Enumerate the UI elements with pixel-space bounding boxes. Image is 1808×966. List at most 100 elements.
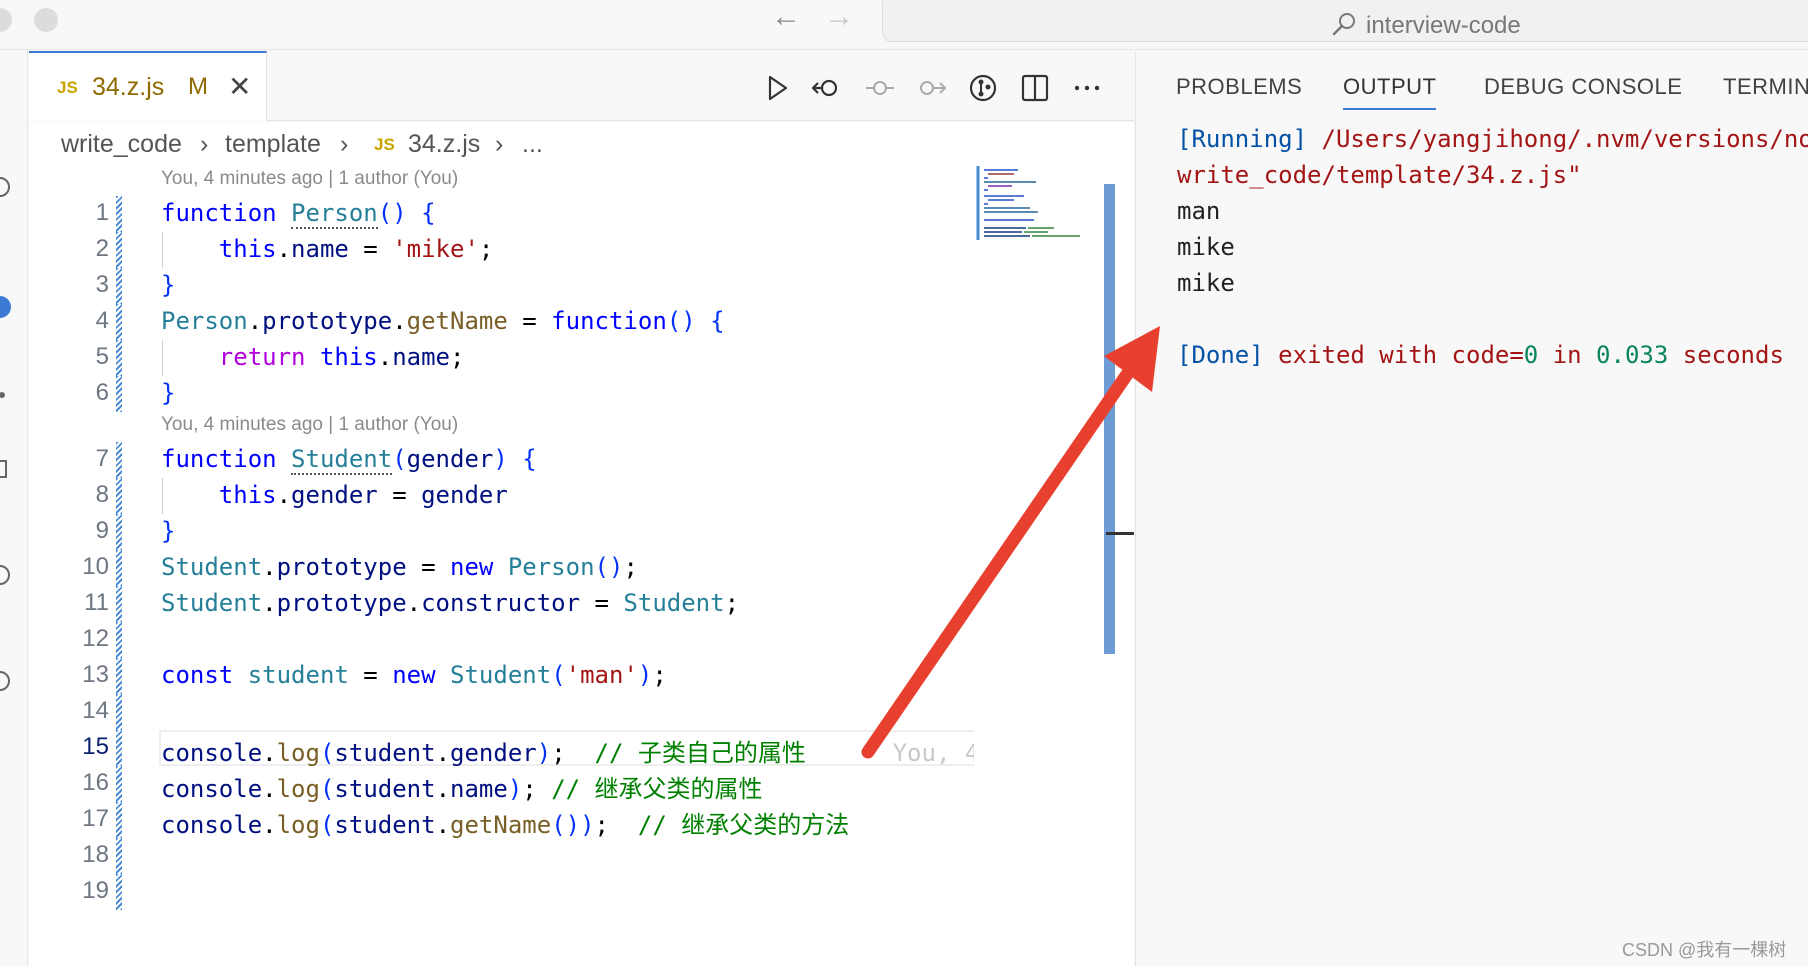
line-number: 6: [95, 379, 109, 406]
scrollbar-cursor-marker: [1106, 532, 1134, 535]
previous-change-icon[interactable]: [865, 73, 895, 103]
open-changes-icon[interactable]: [812, 73, 842, 103]
git-modified-gutter: [116, 340, 122, 376]
code-editor[interactable]: You, 4 minutes ago | 1 author (You) 1 fu…: [29, 166, 1134, 966]
title-bar: ← → interview-code: [0, 0, 1808, 50]
codelens-author[interactable]: You, 4 minutes ago | 1 author (You): [161, 168, 458, 190]
code-text: }: [161, 271, 176, 299]
git-modified-gutter: [116, 802, 122, 838]
breadcrumb-item-write-code[interactable]: write_code: [61, 130, 182, 159]
code-line: 1 function Person() {: [29, 196, 979, 232]
git-graph-icon[interactable]: [968, 73, 998, 103]
output-line: man: [1177, 197, 1221, 225]
editor-tab-34-z-js[interactable]: JS 34.z.js M ✕: [29, 51, 267, 121]
code-line-active: 15 console.log(student.gender); // 子类自己的…: [29, 730, 980, 767]
line-number: 12: [82, 625, 109, 652]
activity-bar: [0, 51, 28, 966]
tab-problems[interactable]: PROBLEMS: [1176, 74, 1302, 100]
source-control-badge-icon[interactable]: [0, 295, 12, 319]
git-modified-gutter: [116, 658, 122, 694]
line-number: 1: [95, 199, 109, 226]
next-change-icon[interactable]: [916, 73, 946, 103]
output-line: mike: [1177, 269, 1235, 297]
arrow-left-icon[interactable]: ←: [771, 2, 801, 32]
chevron-right-icon: ›: [340, 130, 349, 158]
line-number: 15: [82, 733, 109, 760]
code-text: console.log(student.name); // 继承父类的属性: [161, 775, 763, 803]
code-text: Student.prototype.constructor = Student;: [161, 589, 740, 617]
line-number: 18: [82, 841, 109, 868]
code-text: Person.prototype.getName = function() {: [161, 307, 725, 335]
remote-explorer-icon[interactable]: [0, 563, 12, 587]
line-number: 17: [82, 805, 109, 832]
breadcrumb: write_code › template › JS 34.z.js › ...: [29, 122, 1134, 166]
code-line: 9 }: [29, 514, 979, 550]
code-text: }: [161, 517, 176, 545]
code-line: 14: [29, 694, 979, 730]
line-number: 9: [95, 517, 109, 544]
window-control-zoom[interactable]: [34, 8, 58, 32]
command-center-label: interview-code: [1366, 12, 1521, 39]
code-line: 3 }: [29, 268, 979, 304]
close-icon[interactable]: ✕: [228, 70, 251, 103]
output-line: mike: [1177, 233, 1235, 261]
code-text: console.log(student.getName()); // 继承父类的…: [161, 811, 850, 839]
code-line: 7 function Student(gender) {: [29, 442, 979, 478]
tab-debug-console[interactable]: DEBUG CONSOLE: [1484, 74, 1682, 100]
breadcrumb-item-template[interactable]: template: [225, 130, 321, 159]
line-number: 11: [84, 589, 109, 616]
more-actions-icon[interactable]: [1072, 73, 1102, 103]
split-editor-icon[interactable]: [1020, 73, 1050, 103]
inline-git-blame: You, 4: [892, 739, 980, 767]
git-modified-gutter: [116, 442, 122, 478]
line-number: 2: [95, 235, 109, 262]
code-text: Student.prototype = new Person();: [161, 553, 638, 581]
git-modified-gutter: [116, 376, 122, 412]
tab-filename: 34.z.js: [92, 73, 165, 101]
minimap[interactable]: [974, 166, 1094, 966]
output-running-path: write_code/template/34.z.js": [1177, 161, 1582, 189]
line-number: 13: [82, 661, 109, 688]
arrow-right-icon[interactable]: →: [824, 2, 854, 32]
minimap-preview: [976, 166, 1080, 240]
run-debug-icon[interactable]: [0, 383, 12, 407]
watermark: CSDN @我有一棵树: [1622, 940, 1787, 960]
editor-scrollbar[interactable]: [1104, 184, 1115, 654]
git-modified-gutter: [116, 550, 122, 586]
breadcrumb-item-symbols[interactable]: ...: [522, 130, 543, 159]
output-panel: PROBLEMS OUTPUT DEBUG CONSOLE TERMINA [R…: [1135, 51, 1808, 966]
tab-output[interactable]: OUTPUT: [1343, 74, 1437, 110]
git-modified-gutter: [116, 730, 122, 766]
code-text: function Person() {: [161, 199, 436, 229]
git-modified-gutter: [116, 874, 122, 910]
line-number: 8: [95, 481, 109, 508]
git-modified-gutter: [116, 586, 122, 622]
accounts-icon[interactable]: [0, 669, 12, 693]
line-number: 7: [95, 445, 109, 472]
window-control-minimize[interactable]: [0, 8, 12, 32]
editor-tab-bar: JS 34.z.js M ✕: [29, 51, 1134, 121]
git-modified-gutter: [116, 514, 122, 550]
code-line: 2 this.name = 'mike';: [29, 232, 979, 268]
code-text: this.name = 'mike';: [218, 235, 494, 263]
search-view-icon[interactable]: [0, 175, 12, 199]
line-number: 19: [82, 877, 109, 904]
git-modified-gutter: [116, 304, 122, 340]
code-line: 13 const student = new Student('man');: [29, 658, 979, 694]
code-line: 18: [29, 838, 979, 874]
git-modified-gutter: [116, 196, 122, 232]
code-text: this.gender = gender: [218, 481, 508, 509]
command-center-search[interactable]: interview-code: [882, 0, 1808, 42]
codelens-author[interactable]: You, 4 minutes ago | 1 author (You): [161, 414, 458, 436]
code-text: console.log(student.gender); // 子类自己的属性 …: [161, 739, 980, 767]
chevron-right-icon: ›: [495, 130, 504, 158]
code-line: 11 Student.prototype.constructor = Stude…: [29, 586, 979, 622]
breadcrumb-item-file[interactable]: 34.z.js: [408, 130, 480, 159]
line-number: 5: [95, 343, 109, 370]
code-line: 6 }: [29, 376, 979, 412]
git-modified-gutter: [116, 232, 122, 268]
extensions-icon[interactable]: [0, 457, 12, 481]
git-modified-gutter: [116, 694, 122, 730]
run-icon[interactable]: [762, 73, 792, 103]
tab-terminal[interactable]: TERMINA: [1723, 74, 1808, 100]
